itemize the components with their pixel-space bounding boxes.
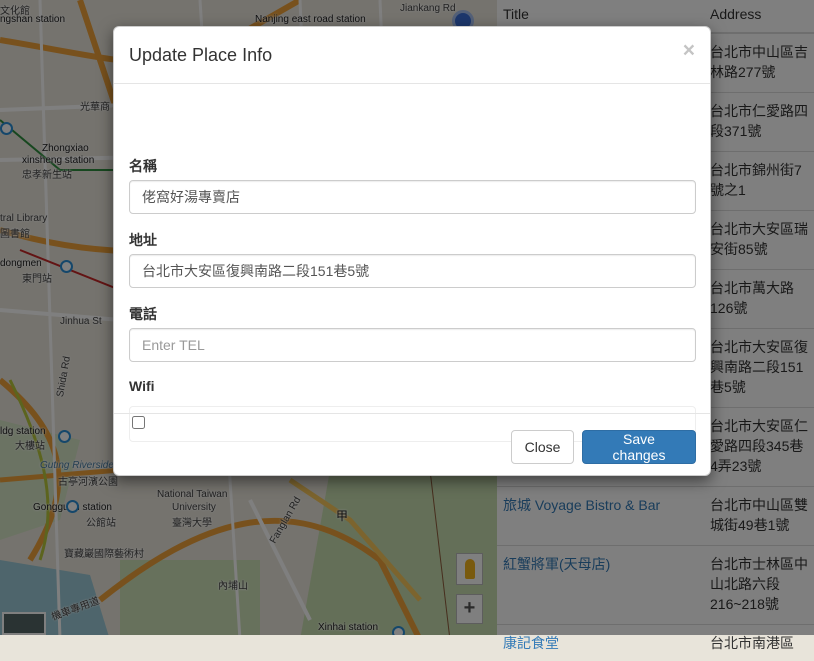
tel-input[interactable] xyxy=(129,328,696,362)
address-input[interactable] xyxy=(129,254,696,288)
tel-label: 電話 xyxy=(129,304,157,324)
address-label: 地址 xyxy=(129,230,157,250)
close-button[interactable]: Close xyxy=(511,430,574,464)
update-place-modal: Update Place Info × 名稱 地址 電話 Wifi Close … xyxy=(113,26,711,476)
name-label: 名稱 xyxy=(129,156,157,176)
name-input[interactable] xyxy=(129,180,696,214)
modal-header: Update Place Info × xyxy=(114,27,710,84)
place-title-link[interactable]: 康記食堂 xyxy=(503,635,559,651)
close-icon[interactable]: × xyxy=(683,41,695,61)
save-changes-button[interactable]: Save changes xyxy=(582,430,696,464)
wifi-label: Wifi xyxy=(129,378,155,394)
modal-footer: Close Save changes xyxy=(114,413,710,476)
modal-title: Update Place Info xyxy=(129,45,272,66)
